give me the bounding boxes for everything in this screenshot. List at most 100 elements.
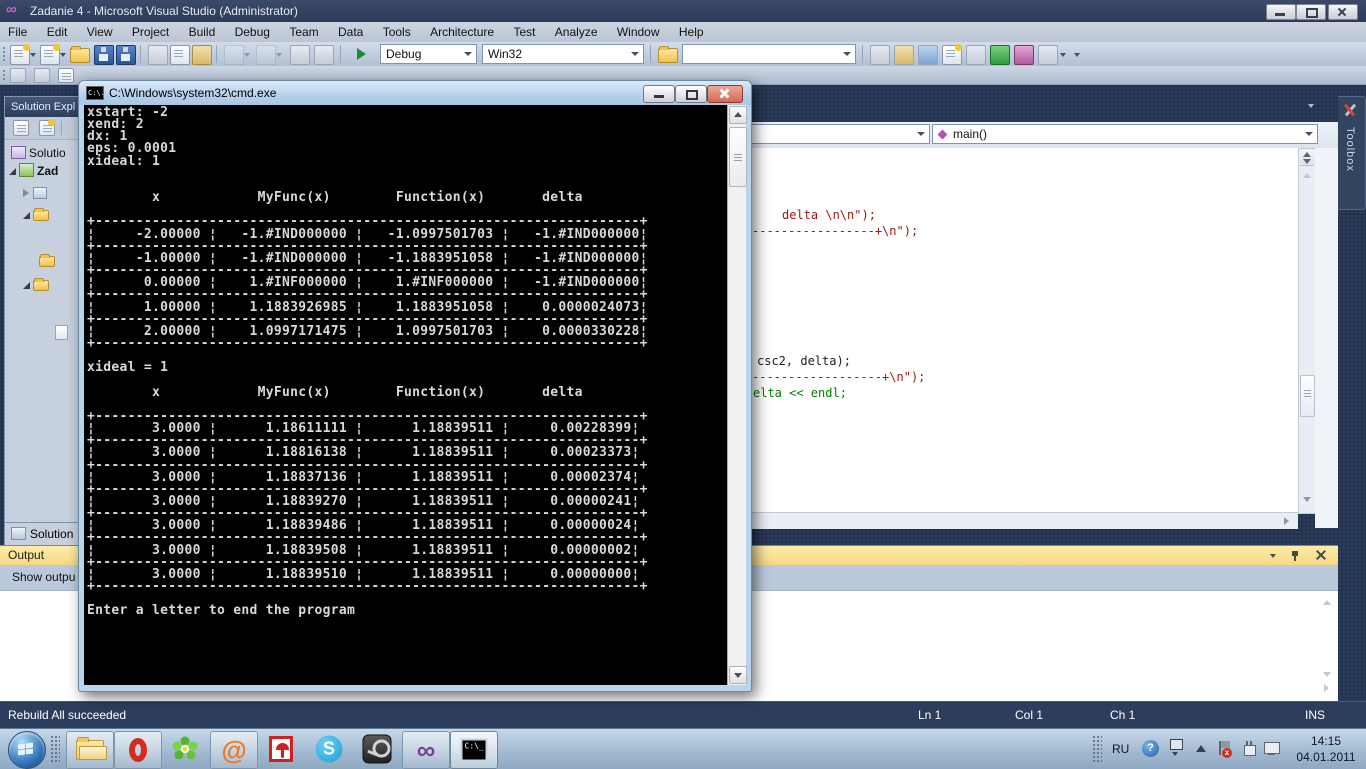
taskbar-cmd-button[interactable]: C:\_: [450, 731, 498, 769]
cmd-title-bar[interactable]: C:\. C:\Windows\system32\cmd.exe: [79, 81, 751, 105]
tree-item-dependencies[interactable]: [23, 185, 50, 202]
tree-item-folder-1[interactable]: [23, 207, 52, 224]
toolbar-overflow-icon[interactable]: [1074, 53, 1080, 57]
find-in-files-button[interactable]: [658, 46, 678, 63]
paste-button[interactable]: [192, 45, 212, 65]
redo-dropdown-icon[interactable]: [276, 53, 282, 57]
window-position-icon[interactable]: [1270, 554, 1276, 558]
new-project-button[interactable]: [10, 44, 30, 65]
tray-clock[interactable]: 14:15 04.01.2011: [1288, 733, 1364, 765]
command-window-button[interactable]: [1038, 45, 1058, 65]
menu-view[interactable]: View: [79, 22, 121, 42]
show-all-files-button[interactable]: [39, 119, 55, 136]
console-scrollbar[interactable]: [727, 105, 747, 685]
editor-tool-button-3[interactable]: [58, 68, 74, 83]
navigate-forward-button[interactable]: [314, 45, 334, 65]
menu-debug[interactable]: Debug: [227, 22, 278, 42]
taskbar-explorer-button[interactable]: [66, 731, 114, 769]
add-item-button[interactable]: [40, 44, 60, 65]
language-indicator[interactable]: RU: [1112, 742, 1129, 756]
menu-data[interactable]: Data: [330, 22, 371, 42]
cmd-close-button[interactable]: [707, 85, 743, 103]
maximize-button[interactable]: [1296, 4, 1326, 20]
start-page-button[interactable]: [990, 45, 1010, 65]
split-handle[interactable]: [1300, 150, 1314, 166]
taskbar-visual-studio-button[interactable]: ∞: [402, 731, 450, 769]
document-tabs-dropdown-icon[interactable]: [1308, 104, 1314, 108]
tray-mini-chevron-icon[interactable]: [1172, 752, 1178, 756]
menu-test[interactable]: Test: [505, 22, 543, 42]
show-hidden-icons-button[interactable]: [1196, 745, 1206, 752]
members-combo[interactable]: main(): [932, 124, 1318, 144]
restore-windows-tray-icon[interactable]: [1170, 739, 1183, 750]
cut-button[interactable]: [148, 45, 168, 65]
minimize-button[interactable]: [1266, 4, 1296, 20]
properties-window-button[interactable]: [894, 45, 914, 65]
cmd-window[interactable]: C:\. C:\Windows\system32\cmd.exe xstart:…: [78, 80, 752, 692]
power-plug-icon[interactable]: [1242, 741, 1256, 756]
menu-analyze[interactable]: Analyze: [547, 22, 606, 42]
extension-manager-button[interactable]: [966, 45, 986, 65]
solution-configuration-combo[interactable]: Debug: [380, 44, 477, 64]
tree-item-folder-3[interactable]: [23, 277, 52, 294]
navigate-backward-button[interactable]: [290, 45, 310, 65]
scroll-down-button[interactable]: [729, 666, 747, 684]
open-file-button[interactable]: [70, 46, 90, 63]
find-combo[interactable]: [682, 44, 856, 64]
new-project-dropdown-icon[interactable]: [30, 53, 36, 57]
editor-tool-button-1[interactable]: [10, 68, 26, 83]
properties-button[interactable]: [13, 120, 29, 136]
help-tray-icon[interactable]: ?: [1142, 740, 1159, 757]
scroll-up-button[interactable]: [729, 106, 747, 124]
redo-button[interactable]: [256, 45, 276, 65]
save-all-button[interactable]: [116, 45, 136, 65]
menu-edit[interactable]: Edit: [39, 22, 76, 42]
menu-tools[interactable]: Tools: [375, 22, 419, 42]
color-window-button[interactable]: [1014, 45, 1034, 65]
undo-button[interactable]: [224, 45, 244, 65]
tree-item-project[interactable]: Zad: [9, 163, 58, 180]
close-panel-icon[interactable]: [1316, 550, 1326, 560]
copy-button[interactable]: [170, 45, 190, 65]
menu-window[interactable]: Window: [609, 22, 668, 42]
menu-architecture[interactable]: Architecture: [422, 22, 502, 42]
start-button[interactable]: [8, 731, 46, 769]
tree-item-file[interactable]: [55, 325, 71, 342]
menu-help[interactable]: Help: [671, 22, 712, 42]
tab-toolbox[interactable]: Toolbox: [1338, 96, 1366, 210]
toolbar-grip[interactable]: [2, 46, 6, 62]
pin-icon[interactable]: [1290, 550, 1300, 562]
console-output[interactable]: xstart: -2 xend: 2 dx: 1 eps: 0.0001 xid…: [84, 105, 727, 685]
undo-dropdown-icon[interactable]: [244, 53, 250, 57]
scrollbar-thumb[interactable]: [1300, 375, 1315, 417]
cmd-restore-button[interactable]: [675, 85, 707, 103]
save-button[interactable]: [94, 45, 114, 65]
toolbar-options-icon[interactable]: [1060, 53, 1066, 57]
solution-platform-combo[interactable]: Win32: [482, 44, 644, 64]
taskbar-avira-button[interactable]: [258, 731, 304, 767]
scrollbar-thumb[interactable]: [729, 127, 747, 187]
start-debugging-button[interactable]: [352, 45, 370, 63]
output-hscroll-icon[interactable]: [1324, 684, 1329, 692]
menu-file[interactable]: File: [0, 22, 35, 42]
network-icon[interactable]: [1264, 741, 1281, 756]
solution-explorer-button[interactable]: [870, 45, 890, 65]
toolbar-grip[interactable]: [2, 69, 6, 81]
taskbar-mailru-button[interactable]: @: [210, 731, 258, 769]
tree-item-solution[interactable]: Solutio: [11, 145, 66, 162]
tree-item-folder-2[interactable]: [39, 253, 58, 270]
menu-team[interactable]: Team: [281, 22, 326, 42]
object-browser-button[interactable]: [918, 45, 938, 65]
close-button[interactable]: [1328, 4, 1358, 20]
menu-project[interactable]: Project: [124, 22, 177, 42]
toolbox-button[interactable]: [942, 44, 962, 65]
taskbar-opera-button[interactable]: [114, 731, 162, 769]
taskbar-steam-button[interactable]: [354, 731, 400, 767]
cmd-minimize-button[interactable]: [643, 85, 675, 103]
taskbar-icq-button[interactable]: [162, 731, 208, 767]
taskbar-skype-button[interactable]: S: [306, 731, 352, 767]
editor-tool-button-2[interactable]: [34, 68, 50, 83]
add-item-dropdown-icon[interactable]: [60, 53, 66, 57]
menu-build[interactable]: Build: [181, 22, 224, 42]
action-center-icon[interactable]: x: [1218, 741, 1232, 758]
